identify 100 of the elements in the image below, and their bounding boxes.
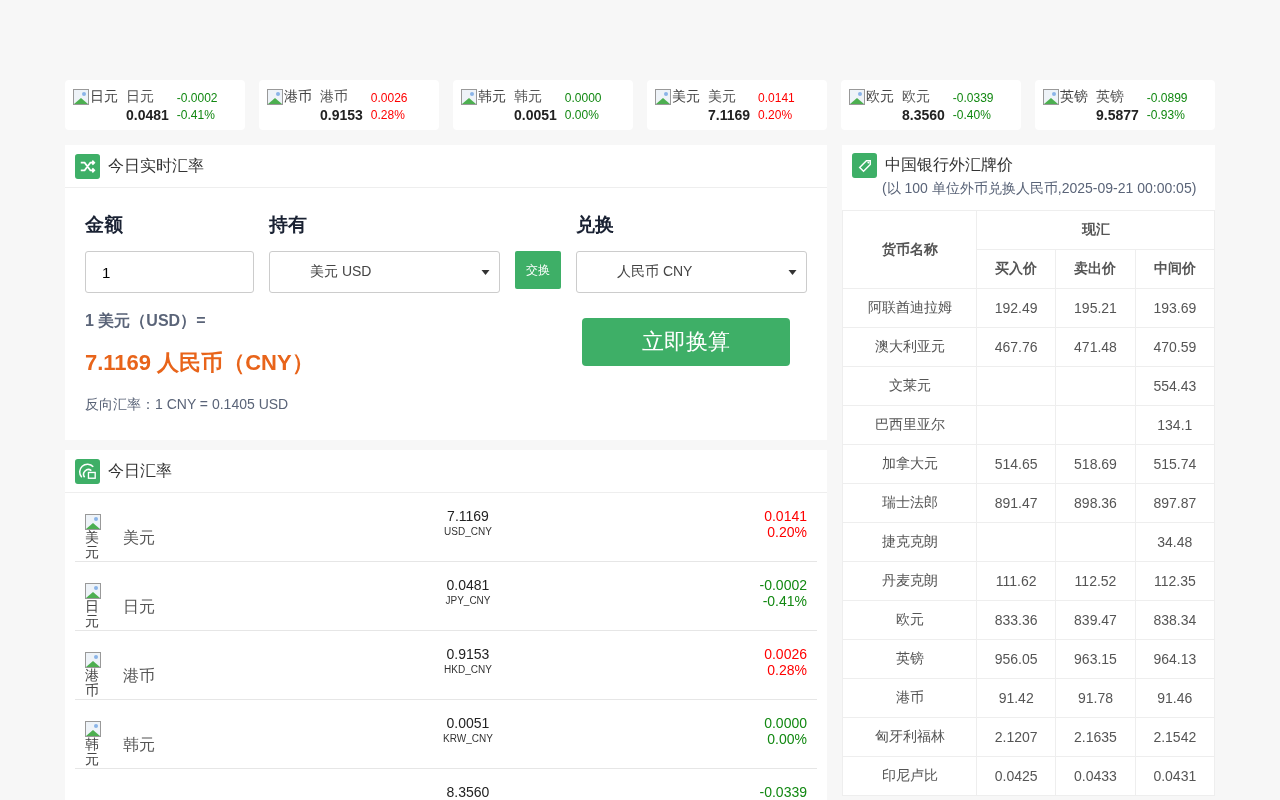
- amount-input[interactable]: 1: [85, 251, 254, 293]
- reverse-rate: 反向汇率：1 CNY = 0.1405 USD: [85, 396, 290, 414]
- table-cell: 印尼卢比: [842, 756, 977, 796]
- change-value: -0.0339: [952, 91, 994, 105]
- broken-image-icon: [85, 514, 101, 530]
- table-cell: 192.49: [976, 288, 1056, 328]
- change-value: -0.0002: [176, 91, 218, 105]
- change-percent: 0.20%: [758, 108, 794, 122]
- image-alt-text: 美元: [672, 87, 700, 106]
- change-value: 0.0000: [764, 715, 807, 731]
- table-cell: 2.1635: [1055, 717, 1136, 757]
- broken-image-icon: [849, 88, 865, 105]
- change-percent: 0.28%: [767, 662, 807, 678]
- panel-title: 今日实时汇率: [108, 155, 204, 176]
- table-cell: 193.69: [1135, 288, 1215, 328]
- change-value: -0.0002: [759, 577, 807, 593]
- table-cell: 518.69: [1055, 444, 1136, 484]
- rate-value: 0.0051: [446, 715, 490, 731]
- table-cell: 833.36: [976, 600, 1056, 640]
- table-cell: 英镑: [842, 639, 977, 679]
- image-alt-text: 港币: [85, 668, 99, 699]
- conversion-equation: 1 美元（USD）=: [85, 311, 207, 331]
- shuffle-icon: [75, 153, 100, 179]
- change-percent: 0.00%: [564, 108, 600, 122]
- rate-value: 0.9153: [320, 107, 363, 123]
- caret-icon: [481, 270, 490, 275]
- conversion-result: 7.1169 人民币（CNY）: [85, 349, 314, 377]
- table-cell: 0.0433: [1055, 756, 1136, 796]
- broken-image-icon: [1043, 88, 1059, 105]
- change-value: 0.0026: [764, 646, 807, 662]
- rate-value: 8.3560: [902, 107, 945, 123]
- change-value: -0.0899: [1146, 91, 1188, 105]
- broken-image-icon: [461, 88, 477, 105]
- image-alt-text: 港币: [284, 87, 312, 106]
- table-cell: 欧元: [842, 600, 977, 640]
- broken-image-icon: [267, 88, 283, 105]
- change-percent: 0.20%: [767, 524, 807, 540]
- currency-select[interactable]: 美元 USD: [269, 251, 500, 293]
- rate-value: 0.0051: [514, 107, 557, 123]
- table-cell: 838.34: [1135, 600, 1215, 640]
- field-label: 兑换: [576, 213, 615, 237]
- table-cell: 丹麦克朗: [842, 561, 977, 601]
- table-cell: 91.78: [1055, 678, 1136, 718]
- table-cell: 阿联酋迪拉姆: [842, 288, 977, 328]
- change-percent: -0.41%: [762, 593, 807, 609]
- table-cell: 瑞士法郎: [842, 483, 977, 523]
- table-cell: 捷克克朗: [842, 522, 977, 562]
- panel-title: 中国银行外汇牌价: [885, 155, 1013, 175]
- column-header: 买入价: [976, 249, 1056, 289]
- currency-select[interactable]: 人民币 CNY: [576, 251, 807, 293]
- image-alt-text: 美元: [85, 530, 99, 561]
- currency-name: 港币: [123, 667, 155, 684]
- broken-image-icon: [85, 652, 101, 668]
- change-percent: -0.40%: [952, 108, 992, 122]
- table-cell: 891.47: [976, 483, 1056, 523]
- broken-image-icon: [85, 583, 101, 599]
- change-value: 0.0141: [758, 91, 795, 105]
- table-cell: 文莱元: [842, 366, 977, 406]
- change-percent: -0.41%: [176, 108, 216, 122]
- change-percent: 0.28%: [370, 108, 406, 122]
- rate-value: 9.5877: [1096, 107, 1139, 123]
- table-cell: 898.36: [1055, 483, 1136, 523]
- caret-icon: [788, 270, 797, 275]
- currency-name: 美元: [708, 88, 736, 106]
- image-alt-text: 欧元: [866, 87, 894, 106]
- broken-image-icon: [85, 721, 101, 737]
- column-header: 货币名称: [842, 210, 977, 289]
- image-alt-text: 韩元: [478, 87, 506, 106]
- table-cell: 554.43: [1135, 366, 1215, 406]
- table-cell: 471.48: [1055, 327, 1136, 367]
- broken-image-icon: [73, 88, 89, 105]
- column-header: 现汇: [976, 210, 1215, 250]
- rate-value: 0.9153: [446, 646, 490, 662]
- image-alt-text: 英镑: [1060, 87, 1088, 106]
- table-cell: 195.21: [1055, 288, 1136, 328]
- rate-value: 7.1169: [708, 107, 751, 123]
- currency-name: 欧元: [902, 88, 930, 106]
- table-cell: 956.05: [976, 639, 1056, 679]
- table-cell: 澳大利亚元: [842, 327, 977, 367]
- table-cell: 514.65: [976, 444, 1056, 484]
- tag-icon: [852, 153, 877, 178]
- table-cell: 91.46: [1135, 678, 1215, 718]
- currency-name: 港币: [320, 88, 348, 106]
- change-value: 0.0026: [370, 91, 408, 105]
- table-cell: 34.48: [1135, 522, 1215, 562]
- currency-name: 英镑: [1096, 88, 1124, 106]
- change-value: 0.0141: [764, 508, 807, 524]
- currency-pair: USD_CNY: [444, 526, 492, 537]
- currency-pair: JPY_CNY: [445, 595, 491, 606]
- table-cell: 897.87: [1135, 483, 1215, 523]
- table-cell: 470.59: [1135, 327, 1215, 367]
- table-cell: 467.76: [976, 327, 1056, 367]
- image-alt-text: 日元: [85, 599, 99, 630]
- table-cell: 0.0425: [976, 756, 1056, 796]
- table-cell: 巴西里亚尔: [842, 405, 977, 445]
- currency-name: 美元: [123, 529, 155, 546]
- currency-name: 韩元: [514, 88, 542, 106]
- change-value: -0.0339: [759, 784, 807, 800]
- currency-pair: HKD_CNY: [444, 664, 492, 675]
- broken-image-icon: [655, 88, 671, 105]
